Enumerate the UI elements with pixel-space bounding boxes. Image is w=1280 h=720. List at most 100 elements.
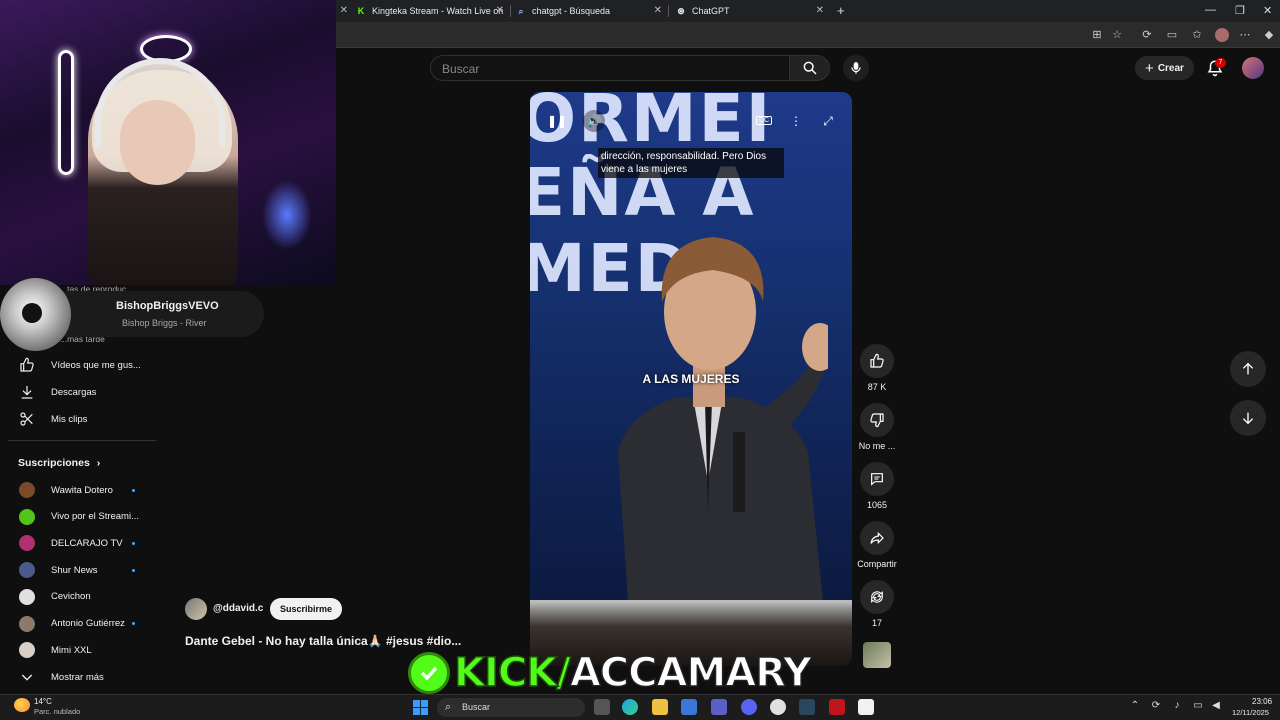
edge-icon[interactable] (622, 699, 638, 715)
weather-icon[interactable] (14, 698, 30, 712)
previous-video-button[interactable] (1230, 351, 1266, 387)
subscription-item[interactable]: Wawita Dotero (0, 477, 156, 503)
tab-chatgpt[interactable]: ⊛ ChatGPT ✕ (670, 0, 830, 22)
channel-name[interactable]: @ddavid.c (213, 603, 263, 614)
star-icon[interactable]: ☆ (1110, 28, 1124, 42)
app-red-icon[interactable] (829, 699, 845, 715)
sidebar-item-label: Vídeos que me gus... (51, 359, 141, 371)
windows-start-icon[interactable] (413, 700, 428, 715)
comments-button[interactable] (860, 462, 894, 496)
subscription-item[interactable]: Shur News (0, 557, 156, 583)
tab-kick-stream[interactable]: K Kingteka Stream - Watch Live on ✕ (350, 0, 510, 22)
thumbs-up-icon (20, 357, 34, 372)
microphone-tray-icon[interactable]: ♪ (1171, 700, 1183, 712)
account-avatar[interactable] (1242, 57, 1264, 79)
subscriptions-header[interactable]: Suscripciones › (18, 457, 100, 469)
close-icon[interactable]: ✕ (654, 5, 662, 16)
streamer-webcam (0, 0, 336, 285)
sidebar-item-liked-videos[interactable]: Vídeos que me gus... (0, 352, 156, 378)
shorts-video-player[interactable]: ORMEI EÑA A MEDA ❚❚ 🔊 CC ⋮ ⤢ dirección, … (530, 92, 852, 666)
taskbar-search[interactable]: Buscar (437, 698, 585, 717)
steam-icon[interactable] (799, 699, 815, 715)
channel-avatar (19, 508, 35, 525)
subscription-label: Vivo por el Streami... (51, 511, 140, 523)
show-more-button[interactable]: Mostrar más (0, 664, 156, 690)
close-icon[interactable]: ✕ (340, 5, 348, 16)
extensions-icon[interactable]: ⟳ (1140, 28, 1154, 42)
close-icon[interactable]: ✕ (496, 5, 504, 16)
discord-icon[interactable] (741, 699, 757, 715)
clock-time[interactable]: 23:06 (1252, 697, 1272, 706)
tab-bing-search[interactable]: ⌕ chatgpt - Búsqueda ✕ (510, 0, 668, 22)
more-icon[interactable]: ⋯ (1238, 28, 1252, 42)
display-icon[interactable]: ▭ (1192, 700, 1204, 712)
volume-button[interactable]: 🔊 (583, 110, 605, 132)
close-window-button[interactable]: ✕ (1263, 4, 1272, 17)
teams-icon[interactable] (711, 699, 727, 715)
search-icon: ⌕ (518, 6, 524, 16)
new-tab-button[interactable]: + (837, 3, 845, 18)
tray-chevron-up-icon[interactable]: ⌃ (1129, 700, 1141, 712)
copilot-icon[interactable]: ◆ (1262, 28, 1276, 42)
weather-description[interactable]: Parc. nublado (34, 707, 80, 716)
channel-avatar (19, 615, 35, 632)
create-button[interactable]: + Crear (1135, 56, 1194, 80)
share-icon (870, 531, 884, 545)
reader-icon[interactable]: ⊞ (1090, 28, 1104, 42)
plus-icon: + (1145, 59, 1154, 77)
split-screen-icon[interactable]: ▭ (1165, 28, 1179, 42)
like-count: 87 K (867, 382, 887, 392)
kick-prefix: KICK/ (453, 649, 571, 697)
minimize-button[interactable]: — (1205, 4, 1216, 16)
dislike-button[interactable] (860, 403, 894, 437)
file-explorer-icon[interactable] (652, 699, 668, 715)
search-button[interactable] (790, 55, 830, 81)
remix-icon (871, 591, 883, 603)
tab-close-partial[interactable]: ✕ (336, 0, 348, 22)
subscription-item[interactable]: DELCARAJO TV (0, 530, 156, 556)
close-icon[interactable]: ✕ (816, 5, 824, 16)
more-options-button[interactable]: ⋮ (785, 110, 807, 132)
channel-avatar[interactable] (185, 598, 207, 620)
sidebar-item-clips[interactable]: Mis clips (0, 406, 156, 432)
kick-handle: KICK/ACCAMARY (453, 649, 812, 697)
sidebar-item-label: Descargas (51, 386, 97, 398)
notification-badge: 7 (1215, 58, 1226, 68)
sidebar-divider (8, 440, 156, 441)
tab-separator (668, 5, 669, 17)
now-playing-song: Bishop Briggs - River (122, 318, 207, 328)
share-button[interactable] (860, 521, 894, 555)
app-white-icon[interactable] (858, 699, 874, 715)
subscription-item[interactable]: Mimi XXL (0, 637, 156, 663)
remix-button[interactable] (860, 580, 894, 614)
sync-icon[interactable]: ⟳ (1150, 700, 1162, 712)
speaker-icon[interactable]: ◀ (1210, 700, 1222, 712)
video-caption-middle: A LAS MUJERES (642, 372, 740, 386)
video-progress-bar[interactable] (530, 600, 852, 603)
like-button[interactable] (860, 344, 894, 378)
task-view-icon[interactable] (594, 699, 610, 715)
captions-button[interactable]: CC (753, 110, 775, 132)
chatgpt-app-icon[interactable] (770, 699, 786, 715)
subscription-label: Cevichon (51, 591, 91, 603)
search-input[interactable]: Buscar (430, 55, 790, 81)
sidebar-item-downloads[interactable]: Descargas (0, 379, 156, 405)
subscription-item[interactable]: Cevichon (0, 584, 156, 610)
audio-thumbnail[interactable] (863, 642, 891, 668)
profile-icon[interactable] (1215, 28, 1229, 42)
clock-date[interactable]: 12/11/2025 (1232, 708, 1269, 717)
subscription-item[interactable]: Antonio Gutiérrez (0, 611, 156, 637)
pause-button[interactable]: ❚❚ (546, 110, 568, 132)
channel-avatar (19, 642, 35, 659)
weather-temperature[interactable]: 14°C (34, 697, 52, 706)
favorites-icon[interactable]: ✩ (1190, 28, 1204, 42)
maximize-button[interactable]: ❐ (1235, 4, 1245, 17)
voice-search-button[interactable] (843, 55, 869, 81)
fullscreen-button[interactable]: ⤢ (817, 110, 839, 132)
subscription-item[interactable]: Vivo por el Streami... (0, 504, 156, 530)
subscription-label: Antonio Gutiérrez (51, 618, 125, 629)
next-video-button[interactable] (1230, 400, 1266, 436)
video-title[interactable]: Dante Gebel - No hay talla única🙏🏻 #jesu… (185, 634, 461, 648)
subscribe-button[interactable]: Suscribirme (270, 598, 342, 620)
store-icon[interactable] (681, 699, 697, 715)
